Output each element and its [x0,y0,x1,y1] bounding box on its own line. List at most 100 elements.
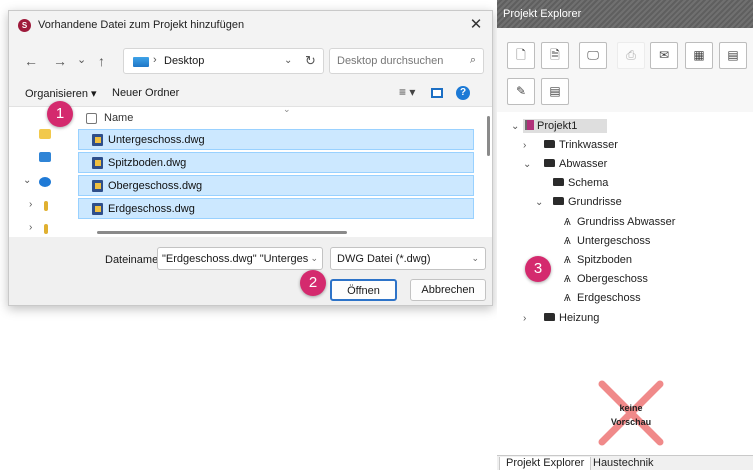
chevron-down-icon[interactable]: ⌄ [310,253,318,264]
chevron-down-icon[interactable]: ⌄ [511,120,519,134]
file-row[interactable]: Untergeschoss.dwg [78,129,474,150]
dialog-footer: Dateiname: "Erdgeschoss.dwg" "Untergesch… [9,237,492,305]
panel-title: Projekt Explorer [503,8,582,20]
edit-icon[interactable]: ✎ [507,78,535,105]
dialog-titlebar: S Vorhandene Datei zum Projekt hinzufüge… [9,11,492,41]
forward-arrow-icon[interactable]: → [53,53,67,69]
tree-node-project1[interactable]: Projekt1 [523,119,608,133]
close-icon[interactable]: ✕ [460,11,492,41]
new-folder-button[interactable]: Neuer Ordner [112,87,179,99]
folder-icon [553,197,564,205]
search-box[interactable]: Desktop durchsuchen ⌕ [329,48,484,74]
project-tree: ⌄ Projekt1 › Trinkwasser ⌄ Abwasser Sche… [497,112,753,362]
tree-node-label: Untergeschoss [577,235,651,247]
tree-node-plan[interactable]: Ѧ Grundriss Abwasser [564,215,675,230]
sheet-icon[interactable]: ▤ [541,78,569,105]
folder-icon[interactable] [44,224,48,234]
column-header-name[interactable]: Name [104,112,133,124]
preview-pane-icon[interactable] [431,88,443,98]
chevron-right-icon[interactable]: › [523,312,526,326]
tree-node-plan[interactable]: Ѧ Spitzboden [564,253,632,268]
tree-node-label: Spitzboden [577,254,633,266]
floor-plan-icon: Ѧ [564,274,571,285]
back-arrow-icon[interactable]: ← [24,53,38,69]
chevron-down-icon[interactable]: ⌄ [284,55,292,66]
folder-icon[interactable] [44,201,48,211]
tree-node-label: Heizung [559,312,600,324]
explorer-tabs: Projekt Explorer Haustechnik [497,455,753,470]
tree-node-label: Erdgeschoss [577,292,641,304]
file-name: Spitzboden.dwg [108,157,187,169]
tree-node-label: Obergeschoss [577,273,648,285]
filetype-value: DWG Datei (*.dwg) [337,253,431,265]
folder-icon [544,313,555,321]
open-file-dialog: S Vorhandene Datei zum Projekt hinzufüge… [8,10,493,306]
address-path[interactable]: Desktop [164,55,204,67]
tree-node-trinkwasser[interactable]: Trinkwasser [544,138,618,152]
folder-icon [544,159,555,167]
filename-label: Dateiname: [105,254,162,266]
dwg-file-icon [92,134,103,146]
file-row[interactable]: Spitzboden.dwg [78,152,474,173]
tree-node-label: Abwasser [559,158,608,170]
file-row[interactable]: Obergeschoss.dwg [78,175,474,196]
mail-icon[interactable]: ✉ [650,42,678,69]
address-bar[interactable]: › Desktop ⌄ ↻ [123,48,324,74]
tree-node-plan[interactable]: Ѧ Untergeschoss [564,234,650,249]
chevron-right-icon[interactable]: › [29,199,32,210]
home-icon[interactable] [39,129,51,139]
tree-node-label: Trinkwasser [559,139,618,151]
chevron-right-icon[interactable]: › [523,139,526,153]
step-marker-1: 1 [47,101,73,127]
folder-icon [544,140,555,148]
tab-haustechnik[interactable]: Haustechnik [587,457,660,470]
help-icon[interactable]: ? [456,86,470,100]
project-icon [525,120,534,130]
tree-node-label: Grundriss Abwasser [577,216,676,228]
filename-field[interactable]: "Erdgeschoss.dwg" "Untergeschoss. ⌄ [157,247,323,270]
file-name: Obergeschoss.dwg [108,180,203,192]
chevron-right-icon[interactable]: › [29,222,32,233]
file-row[interactable]: Erdgeschoss.dwg [78,198,474,219]
search-input[interactable]: Desktop durchsuchen [337,55,443,67]
chevron-down-icon[interactable]: ⌄ [523,158,531,172]
up-arrow-icon[interactable]: ↑ [98,53,105,69]
import-icon[interactable]: 🖵 [579,42,607,69]
no-preview-placeholder: keine Vorschau [598,380,664,446]
cancel-button[interactable]: Abbrechen [410,279,486,301]
tree-node-heizung[interactable]: Heizung [544,311,599,325]
horizontal-scrollbar[interactable] [97,231,347,234]
tree-node-plan[interactable]: Ѧ Obergeschoss [564,272,648,287]
add-file-icon[interactable]: 🗎 [541,42,569,69]
tree-node-abwasser[interactable]: Abwasser [544,157,607,171]
vertical-scrollbar[interactable] [487,116,490,156]
print-icon[interactable]: ⎙ [617,42,645,69]
chevron-down-icon[interactable]: ⌄ [471,253,479,264]
tree-node-schema[interactable]: Schema [553,176,608,190]
step-marker-3: 3 [525,256,551,282]
gallery-icon[interactable] [39,152,51,162]
organize-menu-button[interactable]: Organisieren ▾ [25,87,97,100]
chevron-down-icon[interactable]: ⌄ [535,196,543,210]
open-button[interactable]: Öffnen [330,279,397,301]
dialog-title: Vorhandene Datei zum Projekt hinzufügen [38,19,245,31]
floor-plan-icon: Ѧ [564,293,571,304]
new-file-icon[interactable]: 🗋 [507,42,535,69]
cloud-icon[interactable] [39,177,51,187]
layout-icon[interactable]: ▦ [685,42,713,69]
view-options-icon[interactable]: ≡ ▾ [399,85,415,99]
tab-projekt-explorer[interactable]: Projekt Explorer [499,457,592,470]
select-all-checkbox[interactable] [86,113,97,124]
folder-icon [553,178,564,186]
file-name: Erdgeschoss.dwg [108,203,195,215]
chevron-down-icon[interactable]: ⌄ [23,175,31,186]
filetype-select[interactable]: DWG Datei (*.dwg) ⌄ [330,247,486,270]
floor-plan-icon: Ѧ [564,217,571,228]
tree-node-plan[interactable]: Ѧ Erdgeschoss [564,291,641,306]
tree-node-grundrisse[interactable]: Grundrisse [553,195,622,209]
search-icon[interactable]: ⌕ [470,54,476,67]
filename-value[interactable]: "Erdgeschoss.dwg" "Untergeschoss. [162,253,308,265]
table-icon[interactable]: ▤ [719,42,747,69]
refresh-icon[interactable]: ↻ [305,53,316,69]
history-dropdown-icon[interactable]: ⌄ [77,52,86,68]
